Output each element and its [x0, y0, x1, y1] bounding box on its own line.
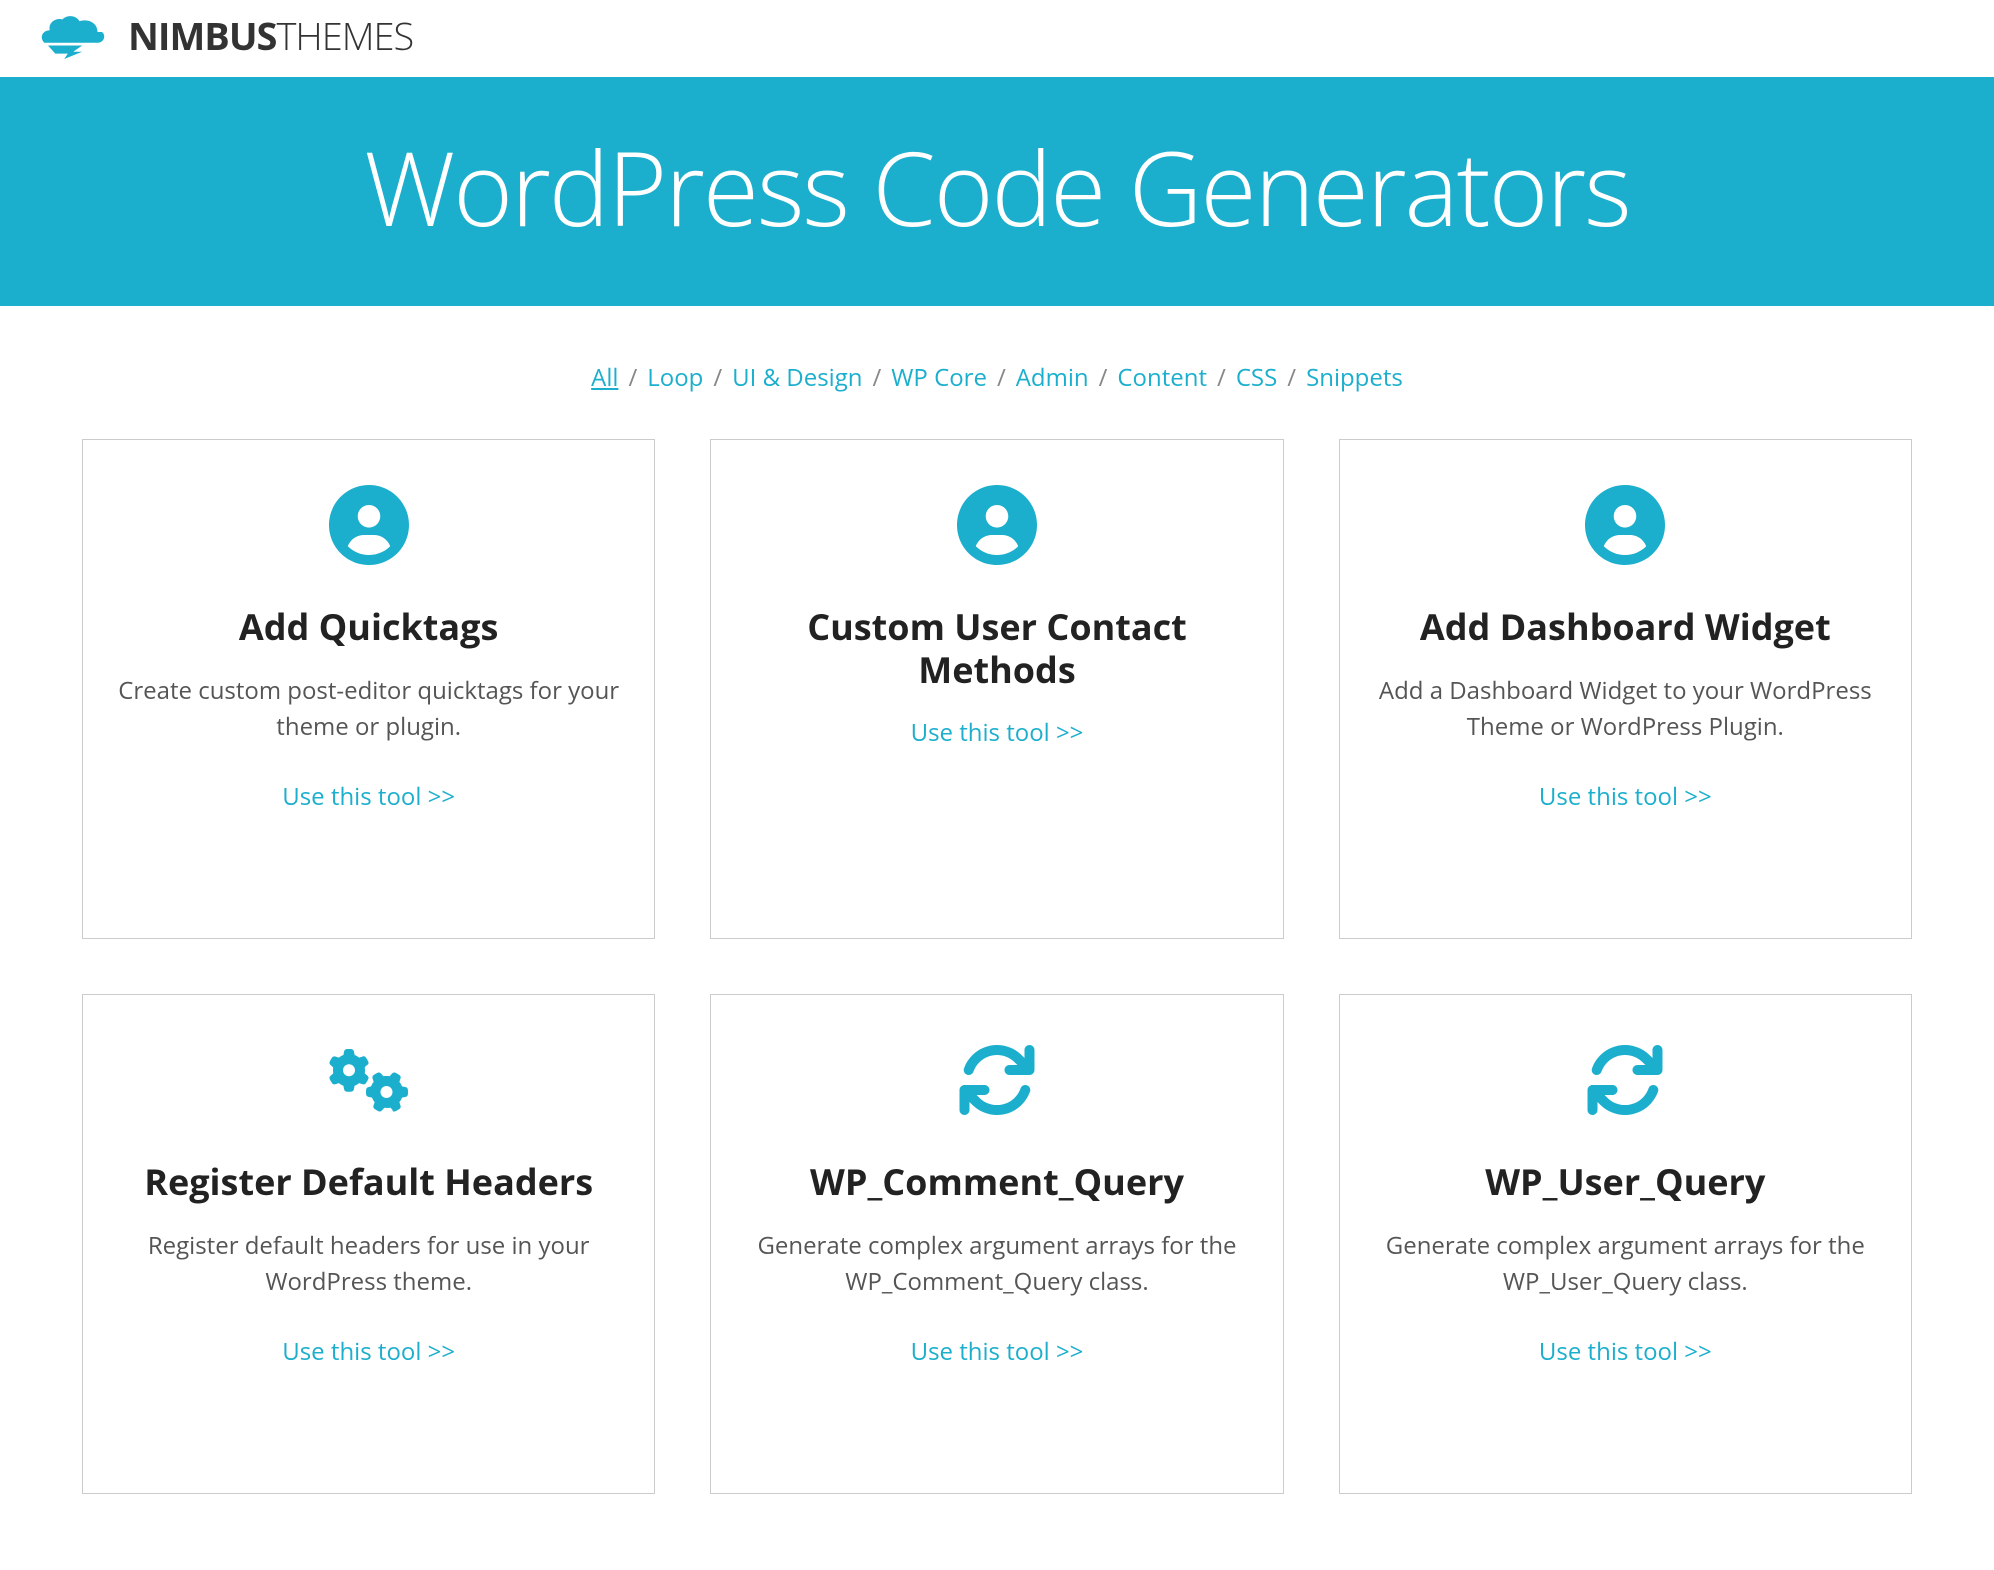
tool-card: WP_Comment_Query Generate complex argumen…	[710, 994, 1283, 1494]
card-title: Register Default Headers	[144, 1160, 593, 1203]
hero-banner: WordPress Code Generators	[0, 77, 1994, 306]
site-header: NIMBUSTHEMES	[0, 0, 1994, 77]
filter-all[interactable]: All	[591, 361, 618, 394]
filter-loop[interactable]: Loop	[647, 361, 703, 394]
filter-separator: /	[713, 361, 722, 394]
filter-separator: /	[1217, 361, 1226, 394]
filter-css[interactable]: CSS	[1236, 361, 1277, 394]
use-tool-link[interactable]: Use this tool >>	[911, 716, 1084, 749]
card-description: Generate complex argument arrays for the…	[1370, 1228, 1881, 1300]
tool-card: Register Default Headers Register default…	[82, 994, 655, 1494]
user-icon	[329, 485, 409, 565]
tool-card: Add Dashboard Widget Add a Dashboard Widg…	[1339, 439, 1912, 939]
filter-separator: /	[1099, 361, 1108, 394]
user-icon	[957, 485, 1037, 565]
user-icon	[1585, 485, 1665, 565]
card-title: Add Quicktags	[239, 605, 499, 648]
refresh-icon	[1585, 1040, 1665, 1120]
cards-grid: Add Quicktags Create custom post-editor q…	[37, 439, 1957, 1534]
card-description: Create custom post-editor quicktags for …	[113, 673, 624, 745]
gears-icon	[329, 1040, 409, 1120]
use-tool-link[interactable]: Use this tool >>	[282, 780, 455, 813]
card-title: WP_User_Query	[1485, 1160, 1765, 1203]
filter-separator: /	[997, 361, 1006, 394]
tool-card: WP_User_Query Generate complex argument a…	[1339, 994, 1912, 1494]
site-logo[interactable]: NIMBUSTHEMES	[30, 10, 413, 62]
use-tool-link[interactable]: Use this tool >>	[282, 1335, 455, 1368]
card-description: Generate complex argument arrays for the…	[741, 1228, 1252, 1300]
card-description: Register default headers for use in your…	[113, 1228, 624, 1300]
page-title: WordPress Code Generators	[20, 117, 1974, 256]
filter-content[interactable]: Content	[1117, 361, 1207, 394]
filter-nav: All / Loop / UI & Design / WP Core / Admin / Conte…	[0, 306, 1994, 439]
filter-separator: /	[872, 361, 881, 394]
logo-text: NIMBUSTHEMES	[128, 10, 413, 62]
card-title: Custom User Contact Methods	[741, 605, 1252, 691]
filter-snippets[interactable]: Snippets	[1306, 361, 1403, 394]
use-tool-link[interactable]: Use this tool >>	[1539, 1335, 1712, 1368]
filter-wp-core[interactable]: WP Core	[891, 361, 987, 394]
filter-separator: /	[1287, 361, 1296, 394]
use-tool-link[interactable]: Use this tool >>	[911, 1335, 1084, 1368]
use-tool-link[interactable]: Use this tool >>	[1539, 780, 1712, 813]
cloud-plane-icon	[30, 14, 120, 59]
card-title: WP_Comment_Query	[810, 1160, 1184, 1203]
tool-card: Custom User Contact Methods Use this tool…	[710, 439, 1283, 939]
card-description: Add a Dashboard Widget to your WordPress…	[1370, 673, 1881, 745]
filter-admin[interactable]: Admin	[1016, 361, 1089, 394]
filter-ui-design[interactable]: UI & Design	[732, 361, 862, 394]
card-title: Add Dashboard Widget	[1420, 605, 1831, 648]
tool-card: Add Quicktags Create custom post-editor q…	[82, 439, 655, 939]
refresh-icon	[957, 1040, 1037, 1120]
filter-separator: /	[628, 361, 637, 394]
